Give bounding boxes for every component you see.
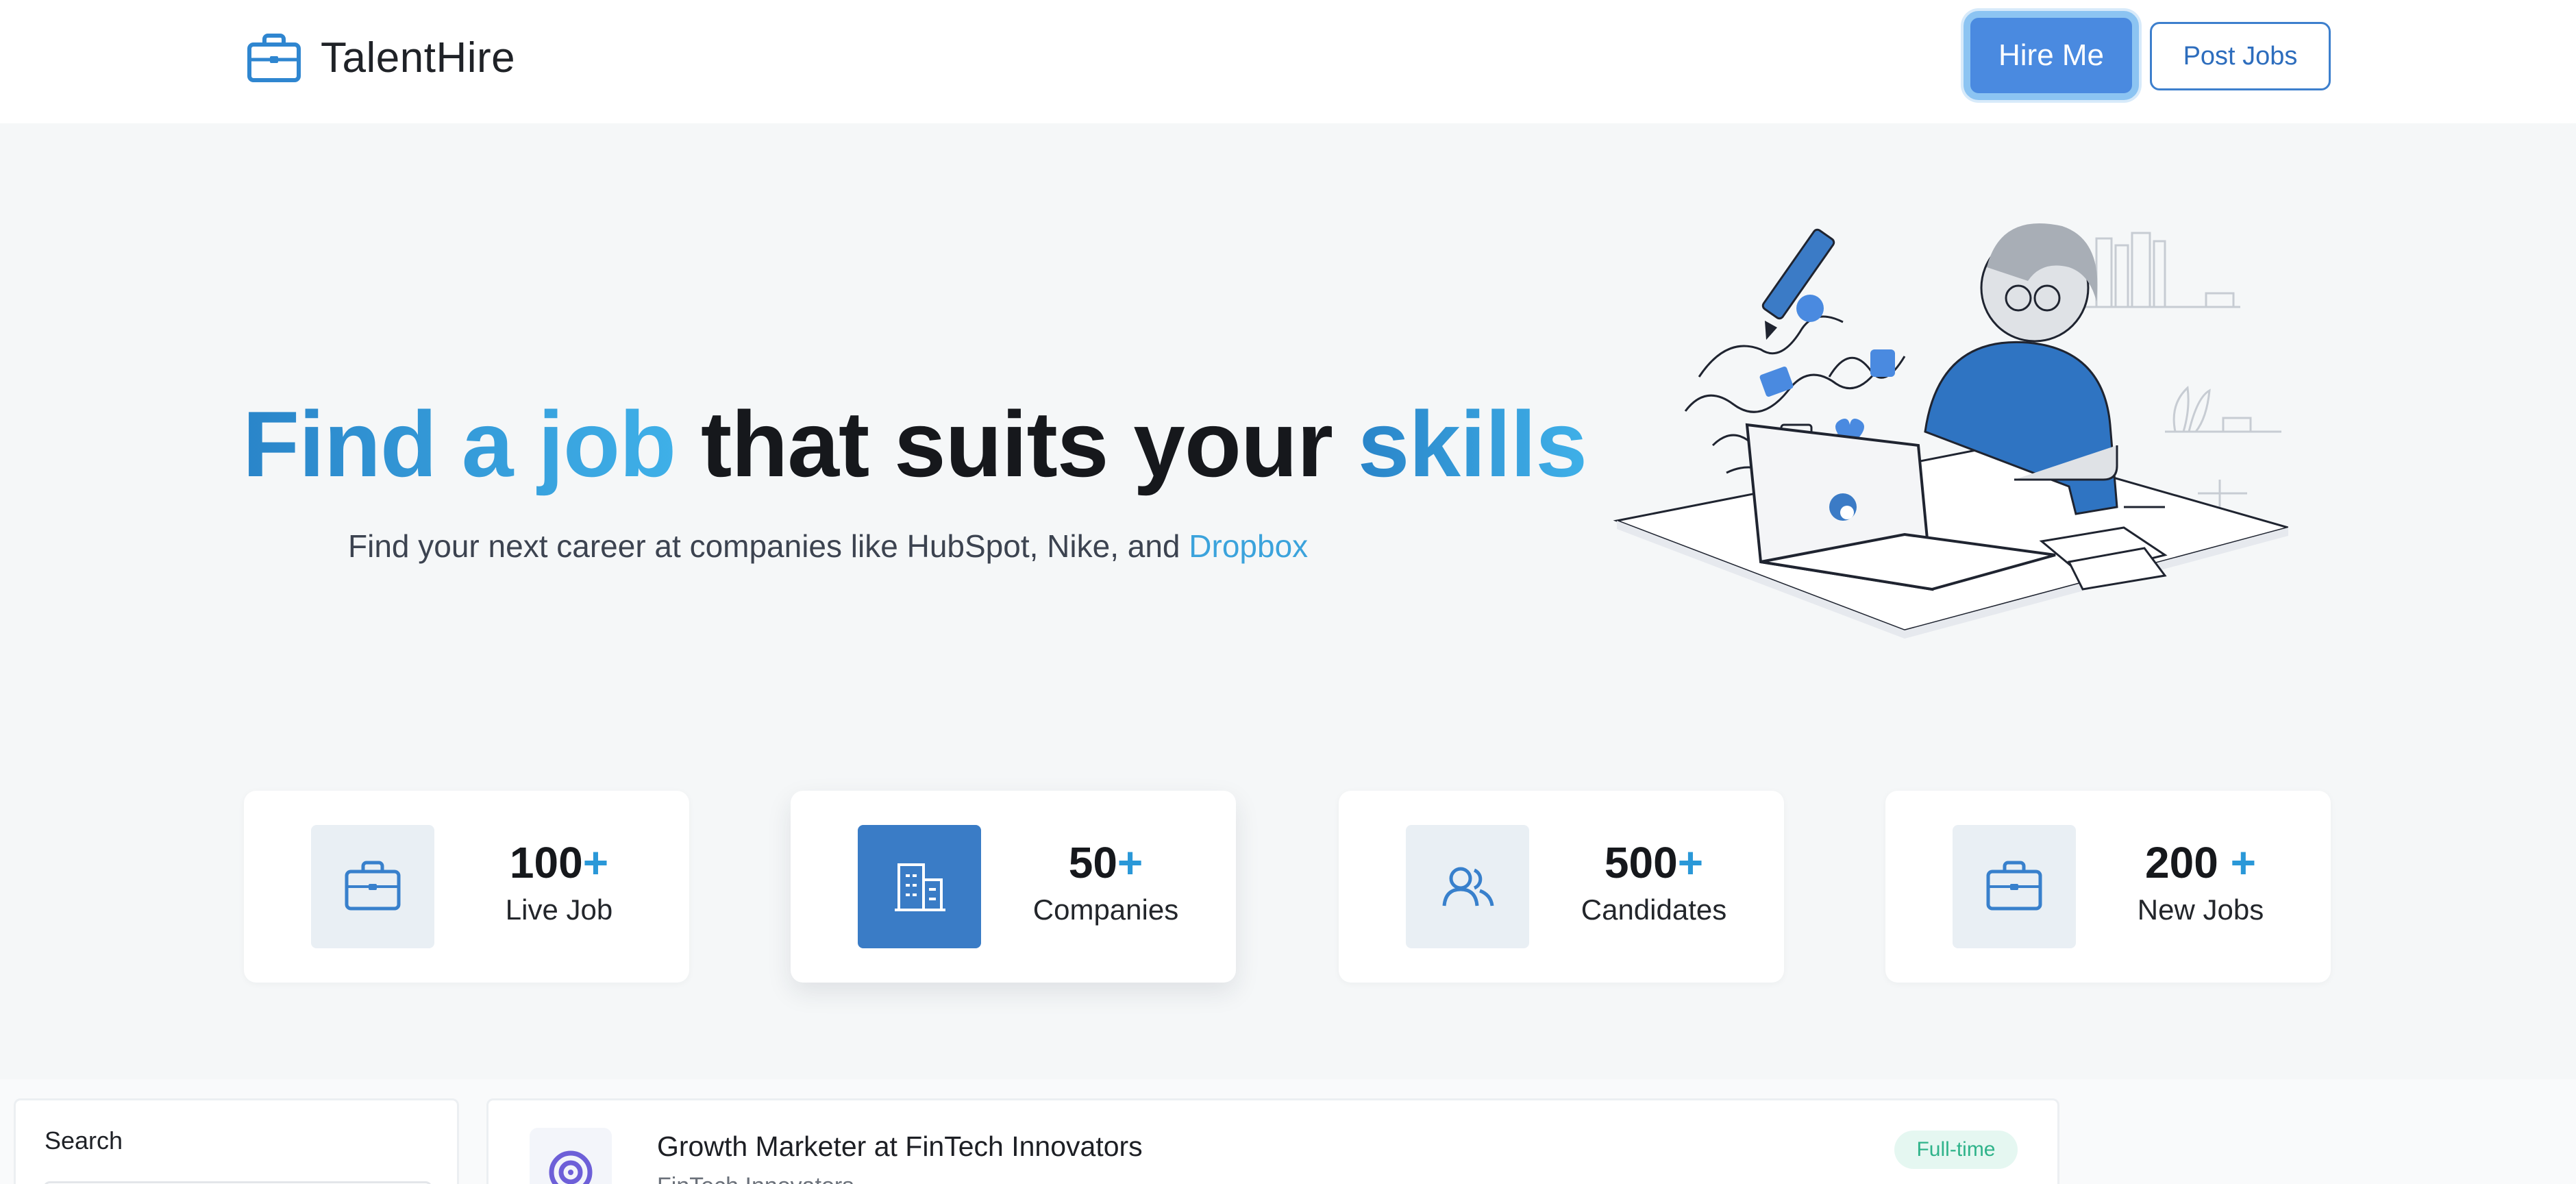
stat-label: Candidates — [1581, 893, 1727, 926]
stat-plus: + — [2230, 838, 2256, 887]
stat-number: 500+ — [1565, 837, 1743, 888]
brand-name: TalentHire — [321, 34, 516, 82]
hero-subtitle-highlight: Dropbox — [1189, 528, 1309, 564]
stat-value: 200 — [2145, 838, 2231, 887]
brand-logo[interactable]: TalentHire — [247, 30, 515, 85]
hero-subtitle-text: Find your next career at companies like … — [348, 528, 1189, 564]
job-type-badge: Full-time — [1894, 1131, 2018, 1169]
post-jobs-button[interactable]: Post Jobs — [2150, 22, 2331, 90]
stat-icon-box — [311, 825, 434, 948]
stat-card-new-jobs[interactable]: 200 + New Jobs — [1885, 791, 2331, 983]
stat-icon-box — [1406, 825, 1529, 948]
listing-section: Search Growth Marketer at FinTech Innova… — [0, 1079, 2576, 1184]
stat-icon-box — [1953, 825, 2076, 948]
stat-value: 100 — [509, 838, 583, 887]
search-panel: Search — [14, 1098, 459, 1184]
stat-plus: + — [1677, 838, 1704, 887]
hero-title-part-3: skills — [1357, 392, 1587, 496]
stat-label: Companies — [1032, 893, 1179, 926]
stat-card-candidates[interactable]: 500+ Candidates — [1339, 791, 1784, 983]
stat-number: 100+ — [470, 837, 648, 888]
job-company: FinTech Innovators — [657, 1173, 854, 1184]
stat-value: 500 — [1604, 838, 1678, 887]
hero-section: Find a job that suits your skills Find y… — [0, 123, 2576, 1079]
hero-title: Find a job that suits your skills — [243, 391, 1587, 497]
stat-value: 50 — [1068, 838, 1117, 887]
hire-me-button[interactable]: Hire Me — [1964, 11, 2139, 100]
hero-title-part-2: that suits your — [700, 392, 1333, 496]
job-title[interactable]: Growth Marketer at FinTech Innovators — [657, 1131, 1143, 1163]
stat-plus: + — [582, 838, 609, 887]
building-icon — [895, 863, 945, 911]
target-icon — [549, 1150, 593, 1184]
stat-icon-box — [858, 825, 981, 948]
stat-label: Live Job — [505, 893, 613, 926]
briefcase-icon — [247, 34, 301, 82]
stat-label: New Jobs — [2137, 893, 2264, 926]
hero-subtitle: Find your next career at companies like … — [348, 528, 1308, 565]
search-label: Search — [45, 1126, 123, 1155]
hero-illustration — [1613, 223, 2288, 639]
briefcase-icon — [1986, 861, 2042, 911]
search-input[interactable] — [43, 1181, 432, 1184]
briefcase-icon — [345, 861, 401, 911]
company-logo — [530, 1128, 612, 1184]
users-icon — [1442, 867, 1494, 907]
job-card[interactable]: Growth Marketer at FinTech Innovators Fi… — [486, 1098, 2059, 1184]
stat-plus: + — [1117, 838, 1143, 887]
stat-number: 50+ — [1017, 837, 1195, 888]
stat-card-companies[interactable]: 50+ Companies — [791, 791, 1236, 983]
stat-card-live-jobs[interactable]: 100+ Live Job — [244, 791, 689, 983]
stat-number: 200 + — [2111, 837, 2290, 888]
hero-title-part-1: Find a job — [243, 392, 676, 496]
top-navbar: TalentHire Hire Me Post Jobs — [0, 0, 2576, 123]
